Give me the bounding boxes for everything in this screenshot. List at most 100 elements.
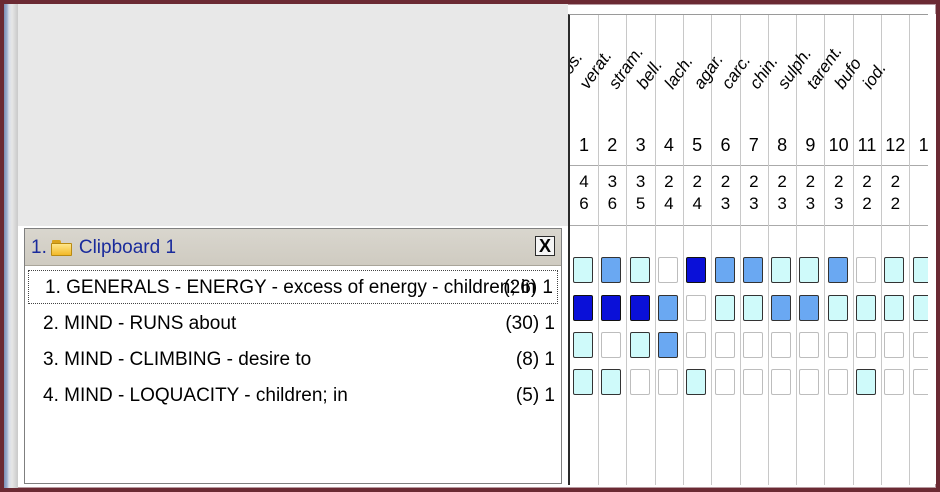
degree-sum-value: 2 <box>890 194 901 213</box>
remedy-number: 2 <box>607 135 618 155</box>
grade-cell[interactable] <box>629 332 650 358</box>
remedy-score: 24 <box>655 171 683 215</box>
grade-cell[interactable] <box>856 295 876 321</box>
grade-cell[interactable] <box>742 369 763 395</box>
grade-cell[interactable] <box>601 369 622 395</box>
rubric-list: 1. GENERALS - ENERGY - excess of energy … <box>25 269 561 413</box>
grade-cell[interactable] <box>799 332 820 358</box>
grade-cell[interactable] <box>714 369 735 395</box>
grade-cell[interactable] <box>884 295 905 321</box>
degree-sum-value: 4 <box>664 194 674 213</box>
rubric-count-value: 2 <box>664 172 674 191</box>
remedy-number: 4 <box>663 135 674 155</box>
rubric-count-value: 2 <box>692 172 702 191</box>
grade-cell[interactable] <box>629 369 650 395</box>
rubric-count-value: 2 <box>805 172 816 191</box>
close-button[interactable]: X <box>535 236 555 256</box>
grade-cell[interactable] <box>573 295 593 321</box>
rubric-text: 1. GENERALS - ENERGY - excess of energy … <box>45 277 536 298</box>
grade-cell[interactable] <box>856 257 876 283</box>
grade-cell[interactable] <box>601 332 622 358</box>
grade-cell[interactable] <box>799 257 820 283</box>
grade-cell[interactable] <box>884 332 905 358</box>
grade-cell[interactable] <box>686 332 707 358</box>
grade-cell[interactable] <box>771 369 792 395</box>
rubric-count-value: 2 <box>749 172 759 191</box>
clipboard-header[interactable]: 1. Clipboard 1 X <box>25 229 561 266</box>
grade-cell[interactable] <box>601 295 622 321</box>
remedy-score: 23 <box>768 171 796 215</box>
rubric-count: (30) 1 <box>505 313 555 334</box>
grade-cell[interactable] <box>827 257 848 283</box>
grade-cell[interactable] <box>827 369 848 395</box>
clipboard-index: 1. <box>31 237 47 258</box>
grade-cell[interactable] <box>714 332 735 358</box>
grade-cell[interactable] <box>771 295 792 321</box>
rubric-text: 3. MIND - CLIMBING - desire to <box>43 349 312 370</box>
clipboard-title-label: Clipboard 1 <box>78 237 177 258</box>
rubric-row[interactable]: 4. MIND - LOQUACITY - children; in (5) 1 <box>25 377 561 413</box>
grade-cell[interactable] <box>799 369 820 395</box>
degree-sum-value: 2 <box>862 194 872 213</box>
grade-cell[interactable] <box>657 257 678 283</box>
grade-cell[interactable] <box>771 332 792 358</box>
grade-cell[interactable] <box>742 257 763 283</box>
grade-cell[interactable] <box>629 295 650 321</box>
rubric-row[interactable]: 3. MIND - CLIMBING - desire to (8) 1 <box>25 341 561 377</box>
grade-cell[interactable] <box>573 332 593 358</box>
degree-sum-value: 3 <box>749 194 759 213</box>
grade-cell[interactable] <box>771 257 792 283</box>
repertorization-grid: hyos. 1 4 6 verat. 2 3 6 stram. 3 3 5 bell. 4 2 4 lach. 5… <box>568 14 930 485</box>
remedy-score: 36 <box>598 171 626 215</box>
clipboard-panel: 1. Clipboard 1 X 1. GENERALS - ENERGY - … <box>24 228 562 484</box>
grade-cell[interactable] <box>827 332 848 358</box>
remedy-score: 46 <box>570 171 598 215</box>
grade-cell[interactable] <box>799 295 820 321</box>
degree-sum-value: 4 <box>692 194 702 213</box>
grade-cell[interactable] <box>742 295 763 321</box>
remedy-number: 10 <box>828 135 849 155</box>
rubric-count-value: 3 <box>635 172 646 191</box>
rubric-count-value: 2 <box>720 172 731 191</box>
degree-sum-value: 3 <box>805 194 816 213</box>
grade-cell[interactable] <box>856 332 876 358</box>
grade-cell[interactable] <box>601 257 622 283</box>
remedy-number: 1 <box>578 135 589 155</box>
grade-cell[interactable] <box>573 257 593 283</box>
grade-cell[interactable] <box>686 257 707 283</box>
grade-cell[interactable] <box>686 369 707 395</box>
grade-cell[interactable] <box>827 295 848 321</box>
left-scroll-edge[interactable] <box>4 4 18 488</box>
degree-sum-value: 3 <box>833 194 844 213</box>
rubric-row[interactable]: 2. MIND - RUNS about (30) 1 <box>25 305 561 341</box>
grade-cell[interactable] <box>629 257 650 283</box>
grade-cell[interactable] <box>884 369 905 395</box>
rubric-row[interactable]: 1. GENERALS - ENERGY - excess of energy … <box>27 269 559 305</box>
grade-cell[interactable] <box>657 295 678 321</box>
rubric-count-value: 3 <box>607 172 618 191</box>
remedy-score: 22 <box>853 171 881 215</box>
grade-cell[interactable] <box>856 369 876 395</box>
rubric-count-value: 4 <box>579 172 589 191</box>
right-edge <box>928 14 936 484</box>
grade-cell[interactable] <box>742 332 763 358</box>
remedy-column[interactable]: iod. 12 2 2 <box>859 15 911 485</box>
grade-cell[interactable] <box>657 332 678 358</box>
degree-sum-value: 5 <box>635 194 646 213</box>
grade-cell[interactable] <box>714 257 735 283</box>
remedy-number: 8 <box>777 135 788 155</box>
degree-sum-value: 6 <box>607 194 618 213</box>
remedy-number: 6 <box>720 135 731 155</box>
grade-cell[interactable] <box>884 257 905 283</box>
rubric-count: (26) 1 <box>503 277 553 298</box>
grade-cell[interactable] <box>657 369 678 395</box>
rubric-count-value: 2 <box>777 172 787 191</box>
remedy-number: 3 <box>635 135 646 155</box>
remedy-column[interactable]: 1 <box>910 15 930 485</box>
rubric-text: 4. MIND - LOQUACITY - children; in <box>43 385 348 406</box>
grade-cell[interactable] <box>686 295 707 321</box>
remedy-number: 12 <box>885 135 906 155</box>
grade-cell[interactable] <box>714 295 735 321</box>
degree-sum-value: 6 <box>579 194 589 213</box>
grade-cell[interactable] <box>573 369 593 395</box>
